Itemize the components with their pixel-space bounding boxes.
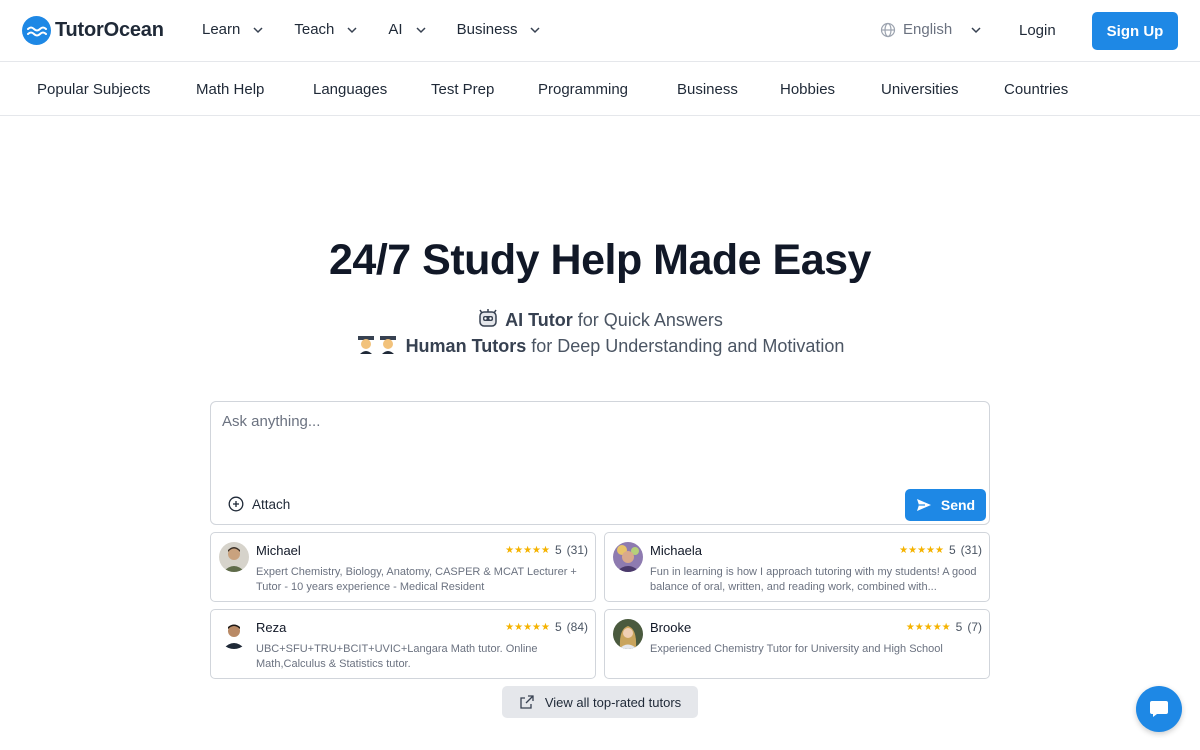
- subject-test-prep[interactable]: Test Prep: [431, 81, 494, 98]
- subject-programming[interactable]: Programming: [538, 81, 628, 98]
- rating-score: 5: [554, 543, 562, 557]
- view-all-label: View all top-rated tutors: [544, 694, 682, 710]
- human-tutors-label: Human Tutors: [405, 336, 527, 356]
- main-menu: Learn Teach AI Business: [202, 21, 571, 38]
- hero-human-tutors-line: Human Tutors for Deep Understanding and …: [0, 333, 1200, 357]
- tutor-card[interactable]: Michael ★★★★★ 5 (31) Expert Chemistry, B…: [210, 532, 596, 602]
- chevron-down-icon: [347, 26, 357, 33]
- tutor-description: Fun in learning is how I approach tutori…: [650, 566, 977, 593]
- page-title: 24/7 Study Help Made Easy: [329, 236, 871, 284]
- tutor-name: Michaela: [650, 543, 703, 558]
- hero-ai-tutor-line: AI Tutor for Quick Answers: [0, 307, 1200, 331]
- tutor-description: Expert Chemistry, Biology, Anatomy, CASP…: [256, 566, 577, 593]
- subject-universities[interactable]: Universities: [881, 81, 959, 98]
- top-navigation-bar: TutorOcean Learn Teach AI Business Engli…: [0, 0, 1200, 62]
- attach-label: Attach: [252, 496, 291, 512]
- wave-logo-icon: [22, 16, 51, 45]
- rating-stars: ★★★★★: [505, 544, 550, 556]
- chevron-down-icon: [416, 26, 426, 33]
- language-label: English: [903, 21, 953, 38]
- avatar: [613, 619, 643, 649]
- plus-circle-icon: [228, 496, 244, 512]
- tutor-description: UBC+SFU+TRU+BCIT+UVIC+Langara Math tutor…: [256, 643, 538, 670]
- menu-teach[interactable]: Teach: [294, 21, 358, 38]
- view-all-tutors-button[interactable]: View all top-rated tutors: [502, 686, 698, 718]
- review-count: (84): [566, 620, 588, 634]
- send-icon: [916, 499, 931, 511]
- tutor-card[interactable]: Michaela ★★★★★ 5 (31) Fun in learning is…: [604, 532, 990, 602]
- chevron-down-icon: [971, 26, 981, 33]
- chat-bubble-icon: [1150, 701, 1168, 717]
- teacher-icon: [357, 336, 396, 354]
- chevron-down-icon: [530, 26, 540, 33]
- tutor-rating: ★★★★★ 5 (84): [505, 620, 588, 634]
- rating-stars: ★★★★★: [899, 544, 944, 556]
- login-link[interactable]: Login: [1019, 22, 1056, 39]
- review-count: (31): [960, 543, 982, 557]
- attach-button[interactable]: Attach: [228, 496, 290, 512]
- rating-stars: ★★★★★: [505, 621, 550, 633]
- menu-teach-label: Teach: [294, 21, 335, 38]
- review-count: (31): [566, 543, 588, 557]
- rating-score: 5: [554, 620, 562, 634]
- subject-business[interactable]: Business: [677, 81, 738, 98]
- tutor-card[interactable]: Reza ★★★★★ 5 (84) UBC+SFU+TRU+BCIT+UVIC+…: [210, 609, 596, 679]
- tutor-rating: ★★★★★ 5 (31): [505, 543, 588, 557]
- avatar: [613, 542, 643, 572]
- subject-popular-subjects[interactable]: Popular Subjects: [37, 81, 150, 98]
- rating-score: 5: [948, 543, 956, 557]
- ask-input[interactable]: [222, 413, 972, 473]
- send-label: Send: [940, 497, 976, 513]
- send-button[interactable]: Send: [905, 489, 986, 521]
- menu-business[interactable]: Business: [457, 21, 542, 38]
- sign-up-button[interactable]: Sign Up: [1092, 12, 1178, 50]
- tutor-description: Experienced Chemistry Tutor for Universi…: [650, 643, 943, 655]
- avatar: [219, 619, 249, 649]
- tutor-name: Michael: [256, 543, 301, 558]
- external-link-icon: [520, 695, 534, 709]
- menu-learn[interactable]: Learn: [202, 21, 264, 38]
- subject-navigation-bar: Popular Subjects Math Help Languages Tes…: [0, 62, 1200, 116]
- menu-ai[interactable]: AI: [388, 21, 426, 38]
- tutor-name: Reza: [256, 620, 287, 635]
- menu-ai-label: AI: [388, 21, 403, 38]
- menu-learn-label: Learn: [202, 21, 241, 38]
- human-tutors-description: for Deep Understanding and Motivation: [526, 336, 845, 356]
- globe-icon: [880, 22, 896, 37]
- chat-button[interactable]: [1136, 686, 1182, 732]
- ai-tutor-label: AI Tutor: [505, 310, 573, 330]
- subject-math-help[interactable]: Math Help: [196, 81, 264, 98]
- tutor-card[interactable]: Brooke ★★★★★ 5 (7) Experienced Chemistry…: [604, 609, 990, 679]
- tutor-rating: ★★★★★ 5 (31): [899, 543, 982, 557]
- tutor-rating: ★★★★★ 5 (7): [906, 620, 982, 634]
- rating-score: 5: [955, 620, 963, 634]
- ask-box: Attach Send: [210, 401, 990, 525]
- brand-name: TutorOcean: [55, 19, 164, 41]
- robot-icon: [479, 309, 497, 327]
- subject-countries[interactable]: Countries: [1004, 81, 1068, 98]
- logo[interactable]: TutorOcean: [22, 16, 164, 45]
- avatar: [219, 542, 249, 572]
- ai-tutor-description: for Quick Answers: [572, 310, 723, 330]
- subject-hobbies[interactable]: Hobbies: [780, 81, 835, 98]
- chevron-down-icon: [253, 26, 263, 33]
- review-count: (7): [967, 620, 982, 634]
- language-selector[interactable]: English: [880, 21, 982, 38]
- subject-languages[interactable]: Languages: [313, 81, 387, 98]
- menu-business-label: Business: [456, 21, 518, 38]
- rating-stars: ★★★★★: [905, 621, 951, 633]
- tutor-name: Brooke: [650, 620, 692, 635]
